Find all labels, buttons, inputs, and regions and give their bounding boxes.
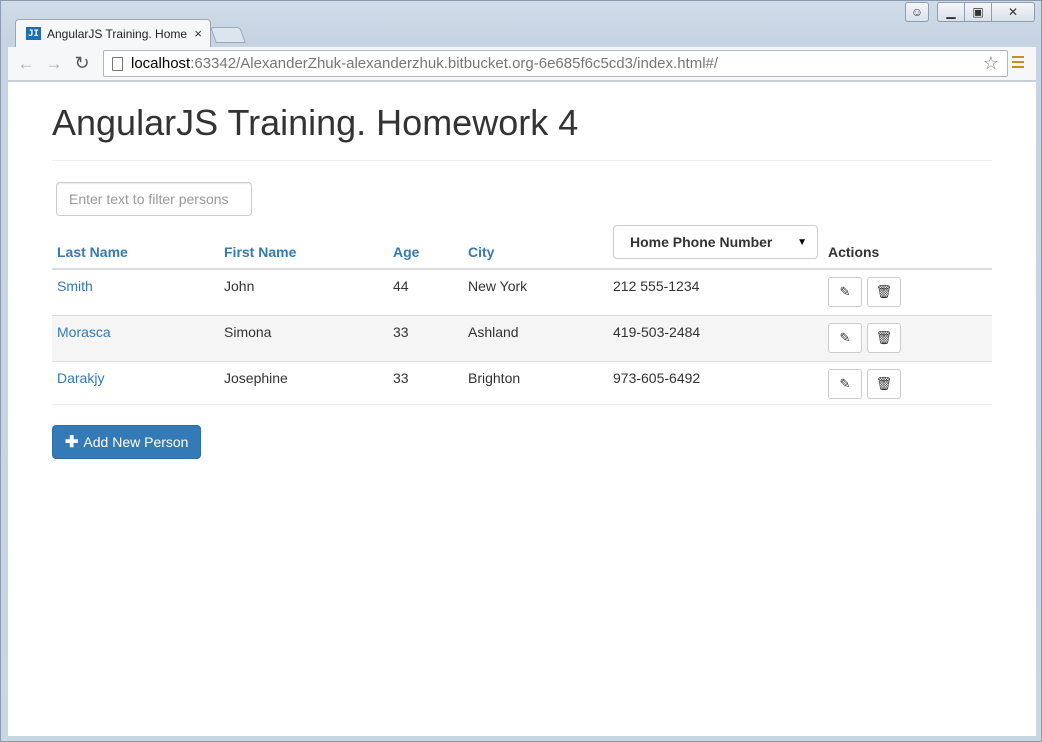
delete-button[interactable]: 🗑 bbox=[866, 369, 901, 399]
address-bar[interactable]: localhost:63342/AlexanderZhuk-alexanderz… bbox=[103, 50, 1008, 77]
divider bbox=[52, 404, 992, 405]
header-last-name[interactable]: Last Name bbox=[52, 220, 219, 270]
table-header-row: Last Name First Name Age City Home Phone… bbox=[52, 220, 992, 270]
cell-last-name: Smith bbox=[52, 268, 219, 316]
edit-button[interactable]: ✎ bbox=[828, 277, 862, 307]
add-person-label: Add New Person bbox=[83, 434, 189, 450]
cell-actions: ✎ 🗑 bbox=[823, 268, 992, 316]
back-arrow-icon[interactable]: ← bbox=[12, 50, 40, 78]
new-tab-button[interactable] bbox=[210, 27, 246, 43]
header-actions: Actions bbox=[823, 220, 992, 270]
cell-first-name: Simona bbox=[219, 315, 388, 362]
cell-phone: 973-605-6492 bbox=[608, 361, 823, 407]
cell-city: Brighton bbox=[463, 361, 608, 407]
phone-type-selected: Home Phone Number bbox=[630, 234, 773, 250]
cell-phone: 212 555-1234 bbox=[608, 268, 823, 316]
page-icon bbox=[112, 56, 123, 71]
minimize-button[interactable]: ▁ bbox=[937, 2, 965, 22]
person-link[interactable]: Smith bbox=[57, 278, 93, 294]
divider bbox=[52, 160, 992, 161]
menu-icon[interactable] bbox=[1010, 54, 1026, 70]
reload-icon[interactable]: ↻ bbox=[68, 50, 96, 78]
table-row: Morasca Simona 33 Ashland 419-503-2484 ✎… bbox=[52, 315, 992, 362]
cell-actions: ✎ 🗑 bbox=[823, 361, 992, 407]
browser-window: JI AngularJS Training. Home × ☺ ▁ ▣ ✕ ← … bbox=[0, 0, 1042, 742]
filter-input[interactable] bbox=[56, 182, 252, 216]
cell-phone: 419-503-2484 bbox=[608, 315, 823, 362]
header-first-name[interactable]: First Name bbox=[219, 220, 388, 270]
add-person-button[interactable]: ✚ Add New Person bbox=[52, 425, 202, 459]
pencil-icon: ✎ bbox=[839, 376, 851, 391]
trash-icon: 🗑 bbox=[875, 330, 893, 345]
person-link[interactable]: Darakjy bbox=[57, 370, 104, 386]
close-icon[interactable]: × bbox=[194, 26, 202, 41]
person-link[interactable]: Morasca bbox=[57, 324, 111, 340]
edit-button[interactable]: ✎ bbox=[828, 369, 862, 399]
page-content: AngularJS Training. Homework 4 Last Name… bbox=[8, 82, 1036, 736]
edit-button[interactable]: ✎ bbox=[828, 323, 862, 353]
sort-last-name-link[interactable]: Last Name bbox=[57, 244, 128, 260]
header-phone: Home Phone Number ▼ bbox=[608, 220, 823, 270]
cell-last-name: Morasca bbox=[52, 315, 219, 362]
phone-type-select[interactable]: Home Phone Number ▼ bbox=[613, 225, 818, 259]
cell-actions: ✎ 🗑 bbox=[823, 315, 992, 362]
cell-first-name: Josephine bbox=[219, 361, 388, 407]
sort-age-link[interactable]: Age bbox=[393, 244, 419, 260]
sort-city-link[interactable]: City bbox=[468, 244, 494, 260]
browser-tab[interactable]: JI AngularJS Training. Home × bbox=[15, 19, 211, 47]
delete-button[interactable]: 🗑 bbox=[866, 277, 901, 307]
cell-last-name: Darakjy bbox=[52, 361, 219, 407]
star-icon[interactable]: ☆ bbox=[983, 53, 999, 74]
table-row: Smith John 44 New York 212 555-1234 ✎ 🗑 bbox=[52, 268, 992, 316]
user-icon[interactable]: ☺ bbox=[905, 2, 929, 22]
caret-down-icon: ▼ bbox=[797, 236, 807, 248]
header-city[interactable]: City bbox=[463, 220, 608, 270]
tab-title: AngularJS Training. Home bbox=[47, 26, 188, 41]
pencil-icon: ✎ bbox=[839, 284, 851, 299]
url-path: :63342/AlexanderZhuk-alexanderzhuk.bitbu… bbox=[190, 55, 719, 72]
cell-age: 33 bbox=[388, 361, 463, 407]
window-close-button[interactable]: ✕ bbox=[991, 2, 1035, 22]
plus-icon: ✚ bbox=[65, 434, 79, 451]
header-age[interactable]: Age bbox=[388, 220, 463, 270]
pencil-icon: ✎ bbox=[839, 330, 851, 345]
favicon-icon: JI bbox=[26, 27, 41, 40]
persons-table: Last Name First Name Age City Home Phone… bbox=[52, 220, 992, 407]
table-row: Darakjy Josephine 33 Brighton 973-605-64… bbox=[52, 361, 992, 407]
trash-icon: 🗑 bbox=[875, 376, 893, 391]
cell-city: Ashland bbox=[463, 315, 608, 362]
titlebar: JI AngularJS Training. Home × ☺ ▁ ▣ ✕ bbox=[1, 1, 1041, 47]
cell-first-name: John bbox=[219, 268, 388, 316]
trash-icon: 🗑 bbox=[875, 284, 893, 299]
maximize-button[interactable]: ▣ bbox=[964, 2, 992, 22]
cell-age: 44 bbox=[388, 268, 463, 316]
url-host: localhost bbox=[131, 55, 191, 72]
cell-age: 33 bbox=[388, 315, 463, 362]
sort-first-name-link[interactable]: First Name bbox=[224, 244, 296, 260]
forward-arrow-icon[interactable]: → bbox=[40, 50, 68, 78]
cell-city: New York bbox=[463, 268, 608, 316]
delete-button[interactable]: 🗑 bbox=[866, 323, 901, 353]
browser-toolbar: ← → ↻ localhost:63342/AlexanderZhuk-alex… bbox=[8, 47, 1036, 81]
page-title: AngularJS Training. Homework 4 bbox=[52, 102, 579, 143]
